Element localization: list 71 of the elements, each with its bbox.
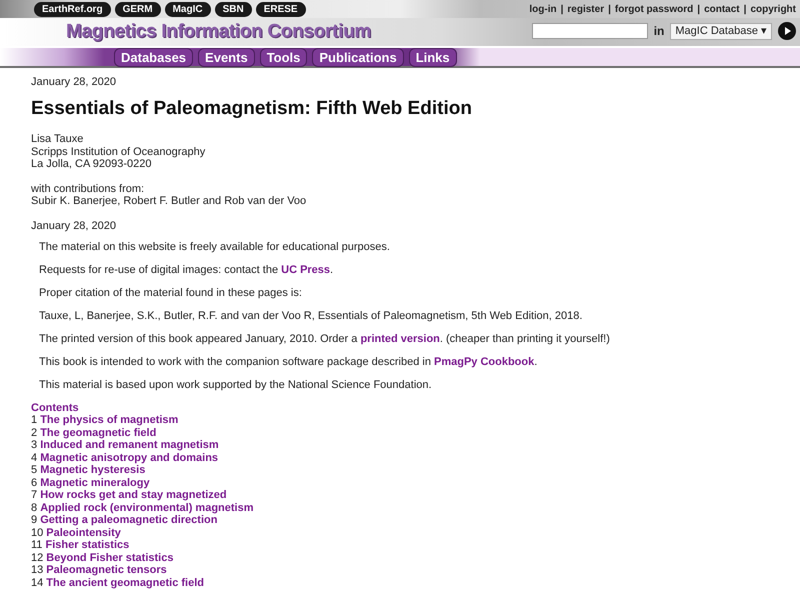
account-link[interactable]: copyright [750,4,796,15]
site-link[interactable]: GERM [114,2,161,16]
nav-link[interactable]: Links [408,48,457,66]
site-link[interactable]: MagIC [164,2,211,16]
nav-link[interactable]: Databases [114,48,194,66]
chapter-number: 13 [31,564,44,576]
chapter-number: 3 [31,439,38,451]
site-title: Magnetics Information Consortium [66,20,371,44]
nav-link[interactable]: Publications [312,48,404,66]
link[interactable]: UC Press [281,264,330,276]
chapter-link[interactable]: Magnetic mineralogy [40,476,150,488]
site-link[interactable]: SBN [214,2,252,16]
chapter-link[interactable]: Magnetic hysteresis [40,464,146,476]
chapter-link[interactable]: How rocks get and stay magnetized [40,489,227,501]
contributors-line: with contributions from: [31,182,146,195]
paragraph: This material is based upon work supported by the National Science Foundation. [39,378,433,392]
site-link[interactable]: ERESE [256,2,306,16]
link[interactable]: PmagPy Cookbook [434,356,534,368]
paragraph: The printed version of this book appeared January, 2010. Order a printed version. (cheaper than printing it yourself!) [39,332,611,346]
chapter-number: 11 [31,539,44,551]
author-line: Scripps Institution of Oceanography [31,146,206,158]
chapter-link[interactable]: The geomagnetic field [40,426,156,438]
account-link[interactable]: forgot password [614,4,694,15]
author-line: La Jolla, CA 92093-0220 [31,158,152,170]
chapter-number: 6 [31,476,38,488]
chapter-number: 8 [31,502,38,514]
separator: | [608,4,611,15]
chapter-link[interactable]: Paleomagnetic tensors [46,564,167,576]
chapter-number: 7 [31,489,38,501]
separator: | [697,4,700,15]
nav-link[interactable]: Events [198,48,255,66]
paragraph: This book is intended to work with the companion software package described in PmagPy Cookbook. [39,356,538,368]
contributors-line: Subir K. Banerjee, Robert F. Butler and Rob van der Voo [31,195,308,208]
nav-link[interactable]: Tools [260,48,308,66]
chapter-link[interactable]: The physics of magnetism [40,414,178,426]
chapter-link[interactable]: Getting a paleomagnetic direction [40,514,218,526]
date-text: January 28, 2020 [31,220,118,232]
chapter-link[interactable]: Applied rock (environmental) magnetism [40,502,254,514]
separator: | [560,4,564,15]
page-title: Essentials of Paleomagnetism: Fifth Web Edition [31,97,473,121]
search-field[interactable] [532,23,648,39]
chapter-number: 14 [31,576,44,588]
account-link[interactable]: log-in [529,4,557,15]
chapter-number: 1 [31,414,38,426]
author-line: Lisa Tauxe [31,133,84,146]
paragraph: Requests for re-use of digital images: contact the UC Press. [39,264,334,276]
chapter-link[interactable]: Fisher statistics [45,539,130,551]
date-text: January 28, 2020 [31,76,118,89]
chapter-link[interactable]: Paleointensity [46,526,121,538]
go-button[interactable] [778,22,796,40]
in-label: in [654,23,664,40]
account-link[interactable]: contact [704,4,740,15]
chapter-number: 2 [31,426,38,438]
chapter-number: 9 [31,514,38,526]
chapter-link[interactable]: Induced and remanent magnetism [40,439,219,451]
paragraph: Proper citation of the material found in these pages is: [39,286,303,300]
paragraph: The material on this website is freely available for educational purposes. [39,240,391,254]
chapter-link[interactable]: Magnetic anisotropy and domains [40,452,218,464]
chapter-link[interactable]: Beyond Fisher statistics [46,552,174,564]
chapter-link[interactable]: The ancient geomagnetic field [46,576,204,588]
link[interactable]: printed version [360,332,440,344]
account-link[interactable]: register [567,4,604,15]
site-link[interactable]: EarthRef.org [34,2,111,16]
contents-link[interactable]: Contents [31,402,769,414]
scope-dropdown[interactable]: MagIC Database ▾ [670,22,772,40]
chapter-number: 4 [31,452,38,464]
chapter-number: 10 [31,526,44,538]
separator: | [744,4,746,15]
paragraph: Tauxe, L, Banerjee, S.K., Butler, R.F. and van der Voo R, Essentials of Paleomagnetism, 5th Web Edition, 2018. [39,310,584,322]
chapter-number: 5 [31,464,38,476]
chapter-number: 12 [31,552,44,564]
